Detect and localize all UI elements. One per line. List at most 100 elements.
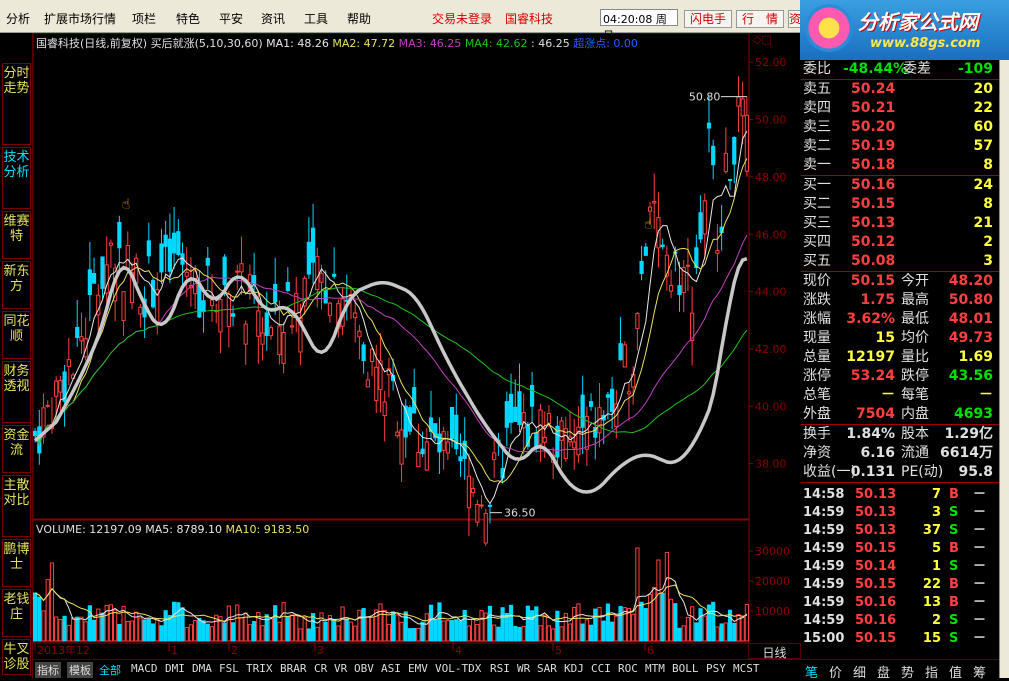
volume-bar — [150, 623, 156, 642]
volume-bar — [155, 618, 160, 642]
indicator-tab[interactable]: RSI — [490, 662, 510, 675]
volume-bar — [694, 622, 699, 642]
menu-analysis[interactable]: 分析 — [6, 10, 30, 27]
logo-title: 分析家公式网 — [858, 10, 978, 34]
indicator-tab[interactable]: TRIX — [246, 662, 273, 675]
volume-axis-label: 10000 — [755, 605, 790, 618]
quote-tab[interactable]: 势 — [901, 662, 914, 681]
quote-tab[interactable]: 筹 — [973, 662, 986, 681]
tick-side: S — [949, 613, 959, 628]
tab-tonghuashun[interactable]: 同花顺 — [2, 311, 31, 359]
volume-bar — [706, 604, 712, 642]
menu-help[interactable]: 帮助 — [347, 10, 371, 27]
hand-signal-icon: ☝ — [644, 217, 653, 233]
volume-bar — [538, 625, 543, 642]
tab-xindongfang[interactable]: 新东方 — [2, 261, 31, 309]
volume-bar — [378, 603, 383, 642]
sell-price: 50.24 — [851, 81, 896, 97]
volume-bar — [673, 603, 678, 642]
tab-finance[interactable]: 财务透视 — [2, 361, 31, 423]
menu-pingan[interactable]: 平安 — [219, 10, 243, 27]
indicator-tab[interactable]: KDJ — [564, 662, 584, 675]
candle-body — [66, 359, 71, 367]
indicator-tab[interactable]: OBV — [354, 662, 374, 675]
quote-button[interactable]: 行 情 — [736, 10, 784, 28]
indicator-tab[interactable]: CR — [314, 662, 327, 675]
indicator-tab[interactable]: EMV — [408, 662, 428, 675]
menu-columns[interactable]: 项栏 — [132, 10, 156, 27]
indicator-tab[interactable]: 模板 — [67, 662, 93, 678]
tab-niucha[interactable]: 牛叉诊股 — [2, 639, 31, 675]
indicator-tab[interactable]: MTM — [645, 662, 665, 675]
kline-chart-svg[interactable]: 52.00 50.00 48.00 46.00 44.00 42.00 40.00 38.00… — [33, 33, 801, 659]
volume-bar — [91, 619, 97, 642]
indicator-tab[interactable]: SAR — [537, 662, 557, 675]
tick-time: 14:59 — [803, 559, 845, 574]
indicator-tab[interactable]: BOLL — [672, 662, 699, 675]
indicator-tab[interactable]: CCI — [591, 662, 611, 675]
quote-tab[interactable]: 值 — [949, 662, 962, 681]
candle-body — [513, 406, 518, 422]
indicator-tab[interactable]: BRAR — [280, 662, 307, 675]
indicator-tab[interactable]: VOL-TDX — [435, 662, 481, 675]
stat-value: 0.131 — [850, 464, 895, 480]
quote-tab[interactable]: 盘 — [877, 662, 890, 681]
period-day-label[interactable]: 日线 — [748, 643, 801, 660]
kline-chart-area[interactable]: 52.00 50.00 48.00 46.00 44.00 42.00 40.00 38.00… — [33, 33, 801, 659]
volume-bar — [226, 605, 231, 642]
stat-value: 53.24 — [850, 368, 895, 384]
legend-ma3: MA3: 46.25 — [398, 37, 462, 50]
trade-login-status[interactable]: 交易未登录 — [432, 10, 492, 27]
menu-features[interactable]: 特色 — [176, 10, 200, 27]
volume-bar — [551, 628, 556, 642]
indicator-tab[interactable]: 全部 — [99, 662, 121, 678]
volume-bar — [740, 616, 745, 642]
indicator-tab[interactable]: DMA — [192, 662, 212, 675]
candle-body — [243, 323, 248, 345]
menu-extended-market[interactable]: 扩展市场行情 — [44, 10, 116, 27]
tab-fundflow[interactable]: 资金流 — [2, 425, 31, 473]
tab-weisaite[interactable]: 维赛特 — [2, 211, 31, 259]
indicator-tab[interactable]: WR — [517, 662, 530, 675]
indicator-tab[interactable]: DMI — [165, 662, 185, 675]
stat-label: 最高 — [901, 292, 929, 308]
sell-volume: 20 — [973, 81, 993, 97]
tab-pengboshi[interactable]: 鹏博士 — [2, 539, 31, 587]
right-toolbar-strip[interactable] — [999, 60, 1009, 678]
tab-technical[interactable]: 技术分析 — [2, 147, 31, 209]
stat-value: 6614万 — [940, 445, 993, 461]
stat-label: 今开 — [901, 273, 929, 289]
stat-label: 涨幅 — [803, 311, 831, 327]
indicator-tab[interactable]: 指标 — [35, 662, 61, 678]
volume-bar — [698, 608, 703, 642]
tick-row: 15:00 50.15 15 S － — [801, 630, 999, 648]
indicator-tab[interactable]: VR — [334, 662, 347, 675]
tick-volume: 7 — [931, 487, 941, 502]
legend-strategy: 买后就涨(5,10,30,60) — [150, 37, 263, 50]
indicator-tab[interactable]: MCST — [733, 662, 760, 675]
volume-bar — [289, 614, 295, 642]
tab-main-vs-retail[interactable]: 主散对比 — [2, 475, 31, 537]
tab-timeshare[interactable]: 分时走势 — [2, 63, 31, 145]
indicator-tab[interactable]: ASI — [381, 662, 401, 675]
tab-laoqianzhuang[interactable]: 老钱庄 — [2, 589, 31, 637]
indicator-tab[interactable]: ROC — [618, 662, 638, 675]
flash-trade-button[interactable]: 闪电手 — [684, 10, 732, 28]
menu-tools[interactable]: 工具 — [304, 10, 328, 27]
quote-tab[interactable]: 细 — [853, 662, 866, 681]
menu-news[interactable]: 资讯 — [261, 10, 285, 27]
tick-row: 14:59 50.15 22 B － — [801, 576, 999, 594]
quote-tab[interactable]: 笔 — [805, 662, 818, 681]
indicator-tab[interactable]: PSY — [706, 662, 726, 675]
volume-bar — [500, 607, 505, 642]
stat-label: 股本 — [901, 426, 929, 442]
quote-tab[interactable]: 价 — [829, 662, 842, 681]
tick-row: 14:59 50.13 3 S － — [801, 504, 999, 522]
candle-body — [235, 270, 240, 273]
candle-body — [610, 388, 615, 412]
indicator-tab[interactable]: FSL — [219, 662, 239, 675]
quote-tab[interactable]: 指 — [925, 662, 938, 681]
indicator-tab[interactable]: MACD — [131, 662, 158, 675]
volume-bar — [454, 619, 459, 642]
candle-body — [572, 441, 577, 449]
